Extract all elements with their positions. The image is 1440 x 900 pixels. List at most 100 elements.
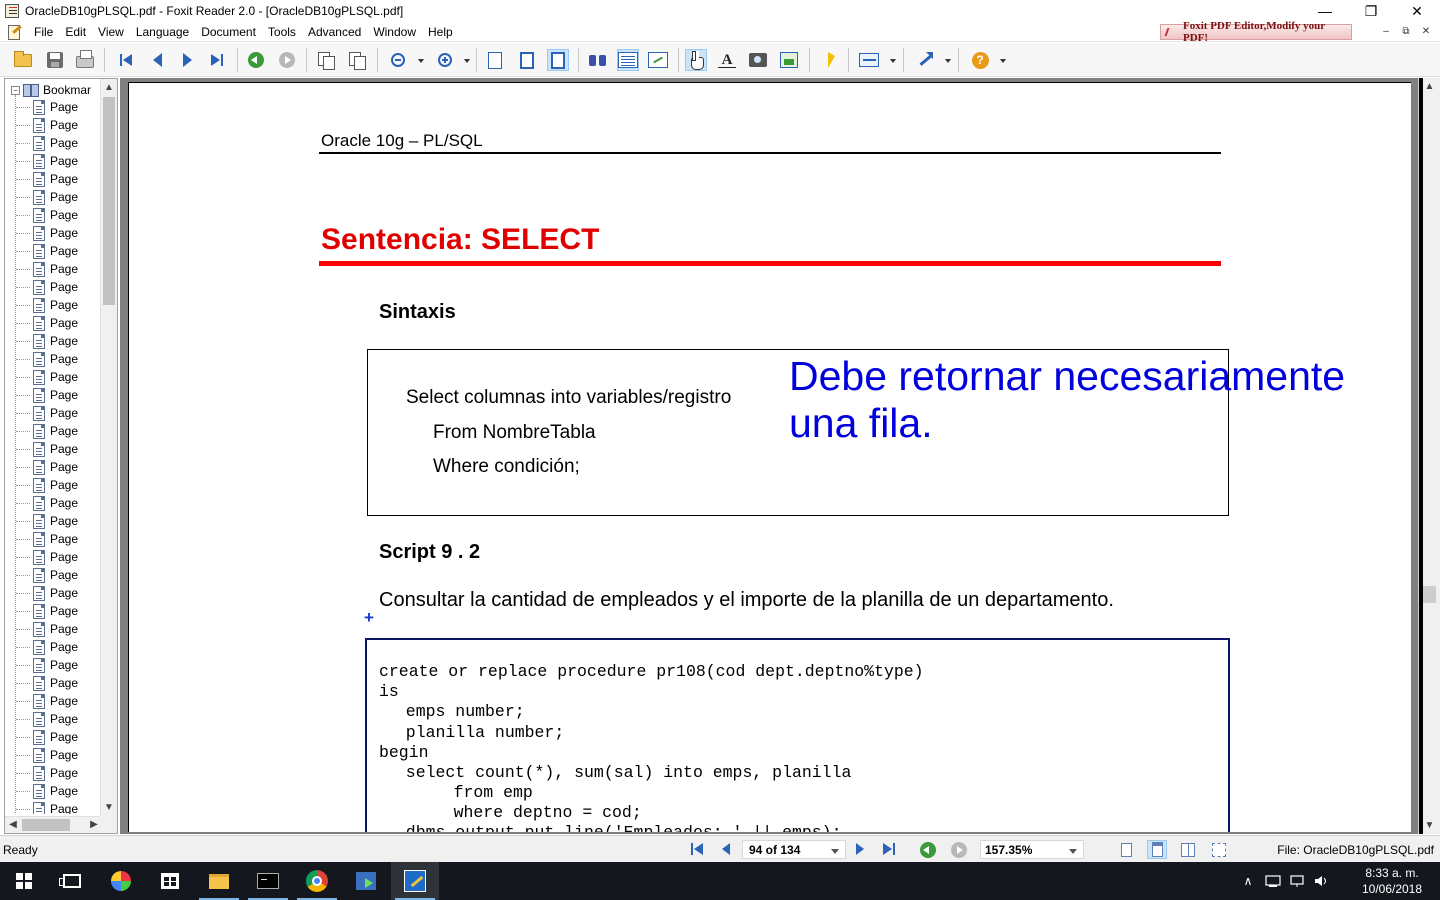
bookmark-item[interactable]: Page	[16, 332, 78, 350]
collapse-toggle-icon[interactable]: −	[11, 85, 20, 95]
bookmark-item[interactable]: Page	[16, 188, 78, 206]
bookmark-item[interactable]: Page	[16, 278, 78, 296]
bookmark-item[interactable]: Page	[16, 314, 78, 332]
menu-tools[interactable]: Tools	[262, 25, 302, 39]
bookmark-item[interactable]: Page	[16, 602, 78, 620]
status-back-button[interactable]	[920, 842, 936, 858]
bookmark-item[interactable]: Page	[16, 746, 78, 764]
bookmark-horizontal-scrollbar[interactable]: ◀ ▶	[5, 816, 102, 833]
menu-help[interactable]: Help	[422, 25, 459, 39]
bookmark-item[interactable]: Page	[16, 224, 78, 242]
actual-size-button[interactable]	[484, 49, 506, 71]
bookmark-item[interactable]: Page	[16, 152, 78, 170]
select-text-button[interactable]: A	[716, 49, 738, 71]
taskbar-media-app[interactable]	[342, 862, 390, 900]
menu-window[interactable]: Window	[367, 25, 422, 39]
bookmark-item[interactable]: Page	[16, 116, 78, 134]
status-first-page-button[interactable]	[690, 842, 704, 856]
bookmark-root[interactable]: − Bookmar	[11, 82, 91, 98]
menu-edit[interactable]: Edit	[59, 25, 92, 39]
pdf-page[interactable]: Oracle 10g – PL/SQL Sentencia: SELECT Si…	[128, 82, 1411, 832]
tray-app-icon[interactable]	[1262, 862, 1284, 900]
bookmark-item[interactable]: Page	[16, 350, 78, 368]
bookmark-item[interactable]: Page	[16, 494, 78, 512]
find-button[interactable]	[587, 49, 609, 71]
bookmark-item[interactable]: Page	[16, 530, 78, 548]
bookmark-item[interactable]: Page	[16, 566, 78, 584]
scroll-down-icon[interactable]: ▼	[1419, 817, 1440, 834]
status-forward-button[interactable]	[951, 842, 967, 858]
bookmark-panel-button[interactable]	[617, 49, 639, 71]
arrow-dropdown-icon[interactable]	[945, 59, 951, 63]
bookmark-item[interactable]: Page	[16, 170, 78, 188]
save-button[interactable]	[44, 49, 66, 71]
taskbar-clock[interactable]: 8:33 a. m. 10/06/2018	[1356, 865, 1428, 897]
bookmark-item[interactable]: Page	[16, 134, 78, 152]
next-page-button[interactable]	[176, 49, 198, 71]
bookmark-item[interactable]: Page	[16, 404, 78, 422]
last-page-button[interactable]	[206, 49, 228, 71]
bookmark-item[interactable]: Page	[16, 548, 78, 566]
facing-view-button[interactable]	[1178, 840, 1198, 859]
previous-page-button[interactable]	[146, 49, 168, 71]
open-button[interactable]	[12, 49, 34, 71]
promo-banner-button[interactable]: Foxit PDF Editor,Modify your PDF!	[1160, 20, 1352, 44]
print-button[interactable]	[74, 49, 96, 71]
menu-document[interactable]: Document	[195, 25, 262, 39]
help-dropdown-icon[interactable]	[1000, 59, 1006, 63]
status-next-page-button[interactable]	[856, 843, 864, 855]
fit-page-button[interactable]	[516, 49, 538, 71]
comment-tool-button[interactable]	[858, 49, 880, 71]
scroll-left-icon[interactable]: ◀	[5, 817, 21, 833]
bookmark-item[interactable]: Page	[16, 782, 78, 800]
continuous-facing-view-button[interactable]	[1209, 840, 1229, 859]
network-tray-button[interactable]	[1286, 862, 1308, 900]
volume-tray-button[interactable]	[1310, 862, 1332, 900]
rotate-left-button[interactable]	[315, 49, 337, 71]
scrollbar-thumb[interactable]	[1423, 586, 1436, 603]
start-button[interactable]	[0, 862, 48, 900]
snapshot-button[interactable]	[747, 49, 769, 71]
bookmark-item[interactable]: Page	[16, 422, 78, 440]
bookmark-item[interactable]: Page	[16, 458, 78, 476]
status-previous-page-button[interactable]	[722, 843, 730, 855]
scroll-up-icon[interactable]: ▲	[1419, 78, 1440, 95]
doc-restore-button[interactable]: ⧉	[1396, 25, 1416, 39]
taskbar-file-explorer[interactable]	[195, 862, 243, 900]
taskbar-store-app[interactable]	[146, 862, 194, 900]
bookmark-item[interactable]: Page	[16, 476, 78, 494]
document-vertical-scrollbar[interactable]: ▲ ▼	[1418, 78, 1440, 834]
notification-tray-button[interactable]	[1430, 862, 1440, 900]
document-viewport[interactable]: Oracle 10g – PL/SQL Sentencia: SELECT Si…	[120, 78, 1440, 834]
restore-button[interactable]: ❐	[1348, 0, 1394, 22]
bookmark-item[interactable]: Page	[16, 368, 78, 386]
doc-minimize-button[interactable]: –	[1376, 25, 1396, 39]
page-number-field[interactable]: 94 of 134	[742, 840, 846, 859]
taskbar-command-prompt[interactable]	[244, 862, 292, 900]
bookmark-item[interactable]: Page	[16, 764, 78, 782]
zoom-level-field[interactable]: 157.35%	[980, 840, 1084, 859]
scrollbar-thumb[interactable]	[103, 97, 115, 305]
zoom-in-button[interactable]	[434, 49, 456, 71]
bookmark-item[interactable]: Page	[16, 656, 78, 674]
bookmark-item[interactable]: Page	[16, 584, 78, 602]
bookmark-item[interactable]: Page	[16, 440, 78, 458]
doc-close-button[interactable]: ✕	[1416, 25, 1436, 39]
zoom-dropdown-icon[interactable]	[1069, 849, 1077, 854]
bookmark-vertical-scrollbar[interactable]: ▲ ▼	[100, 79, 117, 816]
typewriter-annotation[interactable]: Debe retornar necesariamente una fila.	[789, 353, 1345, 447]
first-page-button[interactable]	[115, 49, 137, 71]
menu-file[interactable]: File	[28, 25, 59, 39]
arrow-tool-button[interactable]	[914, 49, 936, 71]
close-button[interactable]: ✕	[1394, 0, 1440, 22]
menu-advanced[interactable]: Advanced	[302, 25, 367, 39]
help-button[interactable]: ?	[969, 49, 991, 71]
hand-tool-button[interactable]	[685, 49, 707, 71]
zoom-out-dropdown-icon[interactable]	[418, 59, 424, 63]
go-back-button[interactable]	[245, 49, 267, 71]
bookmark-item[interactable]: Page	[16, 512, 78, 530]
bookmark-item[interactable]: Page	[16, 260, 78, 278]
full-screen-button[interactable]	[647, 49, 669, 71]
scroll-up-icon[interactable]: ▲	[101, 79, 117, 96]
task-view-button[interactable]	[48, 862, 96, 900]
